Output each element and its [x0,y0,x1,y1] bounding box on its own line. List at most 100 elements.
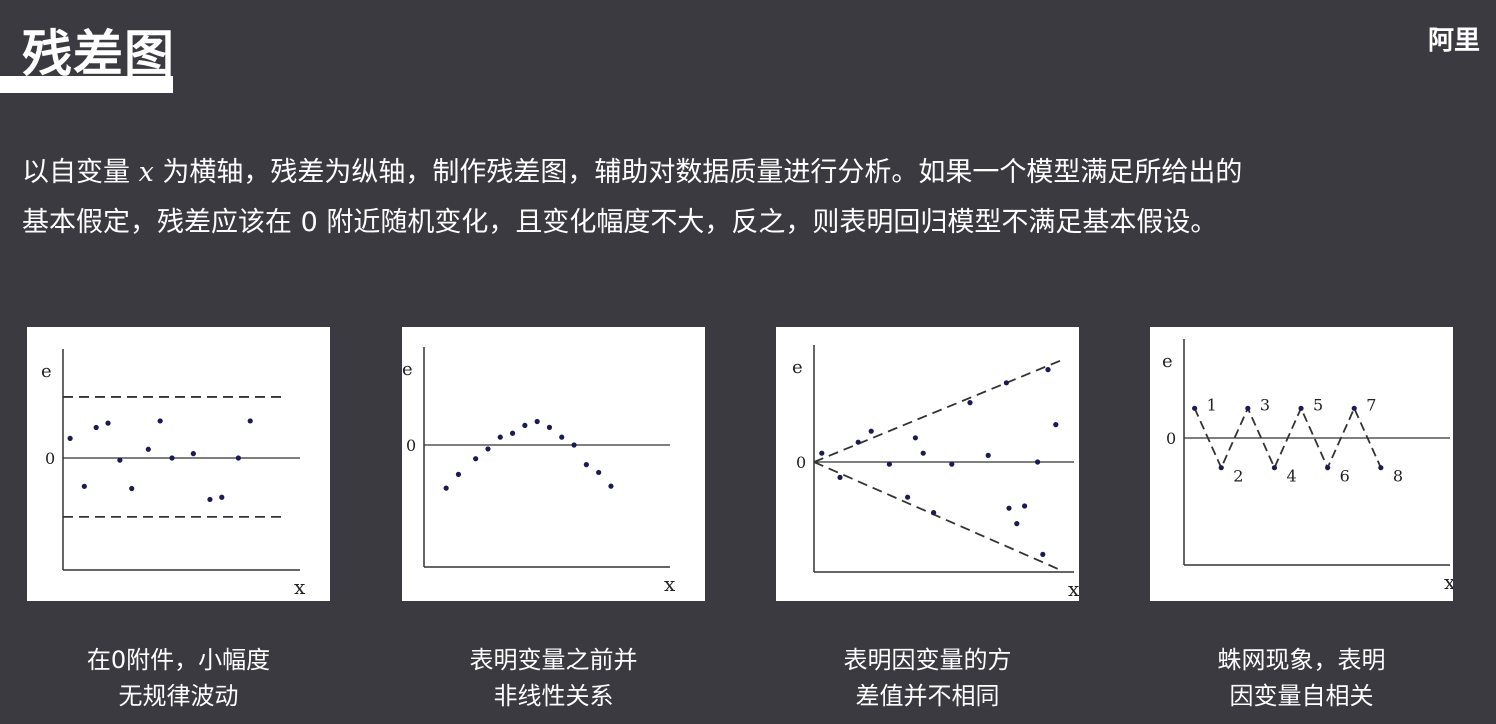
data-point [443,485,449,491]
data-point [1192,405,1198,411]
data-point [485,446,491,452]
data-point [905,494,911,500]
data-point [93,424,99,431]
chart-caption-2: 表明变量之前并 非线性关系 [402,642,705,714]
data-point [1014,521,1020,527]
envelope-upper-line [813,359,1061,463]
data-point [912,435,918,441]
chart-panel-4: e x 0 1 2 3 4 5 6 7 8 [1150,327,1453,601]
point-label: 4 [1286,467,1296,486]
chart-caption-3: 表明因变量的方 差值并不相同 [776,642,1079,714]
caption-line: 无规律波动 [118,682,239,710]
intro-variable-x: x [138,157,154,188]
residual-chart-random: e x 0 [41,349,306,599]
zero-tick-label: 0 [45,449,55,468]
data-point [1045,367,1051,373]
chart-panel-1: e x 0 [27,327,330,601]
x-axis-label: x [664,572,676,596]
caption-line: 非线性关系 [493,682,614,710]
intro-line-1-part-2: 为横轴，残差为纵轴，制作残差图，辅助对数据质量进行分析。如果一个模型满足所给出的 [153,157,1243,188]
point-label: 3 [1260,395,1270,414]
data-point [855,439,861,445]
data-point [1053,422,1059,428]
y-axis-label: e [792,357,803,378]
title-underline [0,76,173,93]
data-point [931,510,937,516]
data-point [1325,465,1331,471]
data-point [157,418,163,424]
caption-line: 表明变量之前并 [469,646,638,674]
data-point [534,418,540,425]
caption-line: 因变量自相关 [1229,682,1374,710]
data-point [207,496,213,503]
data-point [522,422,528,428]
data-point [235,455,241,461]
data-point [509,430,516,436]
data-point [1040,551,1046,557]
data-point [920,450,926,456]
data-point [837,474,843,480]
x-axis-label: x [294,575,306,599]
intro-line-1: 以自变量 x 为横轴，残差为纵轴，制作残差图，辅助对数据质量进行分析。如果一个模… [22,148,1482,198]
data-point [868,428,874,434]
zero-tick-label: 0 [796,453,806,472]
intro-line-2: 基本假定，残差应该在 0 附近随机变化，且变化幅度不大，反之，则表明回归模型不满… [22,207,1218,238]
data-point [455,471,462,477]
envelope-lower-line [813,461,1061,571]
point-label: 7 [1366,395,1376,414]
caption-line: 表明因变量的方 [843,646,1012,674]
brand-logo-text: 阿里 [1428,26,1481,56]
data-point [1351,405,1357,411]
data-point [583,462,589,468]
data-point [1218,465,1224,471]
data-point [67,435,73,441]
chart-caption-1: 在0附件，小幅度 无规律波动 [27,642,330,714]
residual-chart-heteroscedastic: e x 0 [792,345,1079,601]
data-point [1298,405,1304,411]
data-point [819,450,825,456]
data-point [546,424,553,430]
point-label: 8 [1393,467,1403,486]
data-point [596,469,602,476]
caption-line: 蛛网现象，表明 [1217,646,1386,674]
data-point [1035,459,1041,465]
chart-panel-2: e x 0 [402,327,705,601]
data-point [145,446,151,452]
data-point [117,457,123,463]
data-point [985,452,991,458]
caption-line: 差值并不相同 [855,682,1000,710]
y-axis-label: e [402,359,413,380]
data-point [886,461,892,467]
y-axis-label: e [1162,351,1173,372]
residual-chart-nonlinear: e x 0 [402,347,676,596]
point-label: 6 [1340,467,1350,486]
caption-line: 在0附件，小幅度 [86,646,271,674]
data-point [1003,380,1009,386]
point-label: 2 [1233,467,1243,486]
data-point [247,418,253,424]
data-point [967,400,973,406]
data-point [1006,505,1012,511]
data-point [219,494,225,500]
intro-text: 以自变量 x 为横轴，残差为纵轴，制作残差图，辅助对数据质量进行分析。如果一个模… [22,148,1482,248]
data-point [608,483,614,489]
data-point [190,451,196,457]
data-point [105,420,111,426]
data-point [1271,465,1278,471]
data-point [169,455,175,461]
data-point [949,461,955,467]
zero-tick-label: 0 [406,436,416,455]
x-axis-label: x [1444,570,1453,594]
point-label: 5 [1313,395,1323,414]
data-point [497,434,503,440]
chart-panel-3: e x 0 [776,327,1079,601]
data-point [1245,405,1251,411]
x-axis-label: x [1068,577,1079,601]
zero-tick-label: 0 [1166,429,1176,448]
data-point [1378,465,1384,471]
data-point [129,485,135,492]
point-label: 1 [1207,395,1217,414]
data-point [473,456,479,462]
intro-line-1-part-1: 以自变量 [22,157,139,188]
data-point [1022,503,1028,509]
